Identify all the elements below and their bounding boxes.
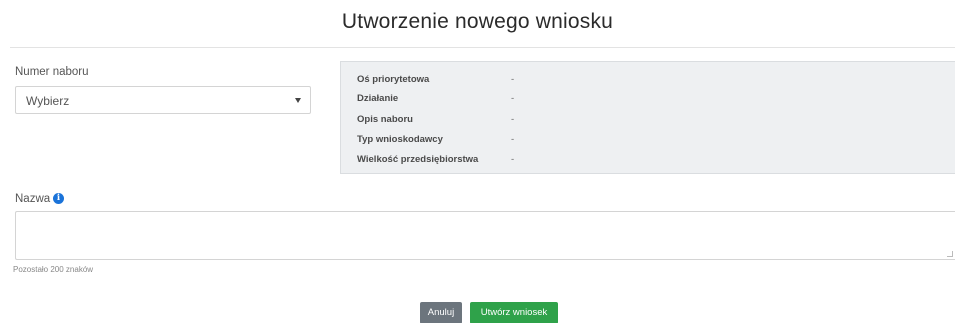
numer-naboru-selected-value: Wybierz	[26, 94, 70, 108]
nazwa-textarea[interactable]	[15, 211, 955, 260]
create-application-page: Utworzenie nowego wniosku Numer naboru W…	[0, 0, 955, 323]
chevron-down-icon	[295, 98, 301, 103]
resize-grip-icon[interactable]	[947, 251, 953, 257]
header-divider	[10, 47, 955, 48]
cancel-button[interactable]: Anuluj	[420, 302, 462, 323]
info-value-wielkosc-przedsiebiorstwa: -	[511, 154, 515, 165]
info-value-dzialanie: -	[511, 93, 515, 104]
info-label-typ-wnioskodawcy: Typ wnioskodawcy	[357, 134, 443, 145]
info-label-os-priorytetowa: Oś priorytetowa	[357, 74, 430, 85]
info-value-os-priorytetowa: -	[511, 74, 515, 85]
remaining-characters-hint: Pozostało 200 znaków	[13, 265, 94, 274]
page-title: Utworzenie nowego wniosku	[341, 10, 614, 33]
info-value-opis-naboru: -	[511, 114, 515, 125]
numer-naboru-select[interactable]: Wybierz	[15, 86, 311, 114]
numer-naboru-label: Numer naboru	[15, 66, 89, 78]
info-circle-icon[interactable]: i	[53, 193, 64, 204]
info-value-typ-wnioskodawcy: -	[511, 134, 515, 145]
info-label-dzialanie: Działanie	[357, 93, 399, 104]
create-application-button[interactable]: Utwórz wniosek	[470, 302, 558, 323]
info-label-wielkosc-przedsiebiorstwa: Wielkość przedsiębiorstwa	[357, 154, 479, 165]
nabor-info-panel: Oś priorytetowa - Działanie - Opis nabor…	[340, 61, 955, 174]
nazwa-label: Nazwa	[15, 193, 51, 205]
info-label-opis-naboru: Opis naboru	[357, 114, 413, 125]
